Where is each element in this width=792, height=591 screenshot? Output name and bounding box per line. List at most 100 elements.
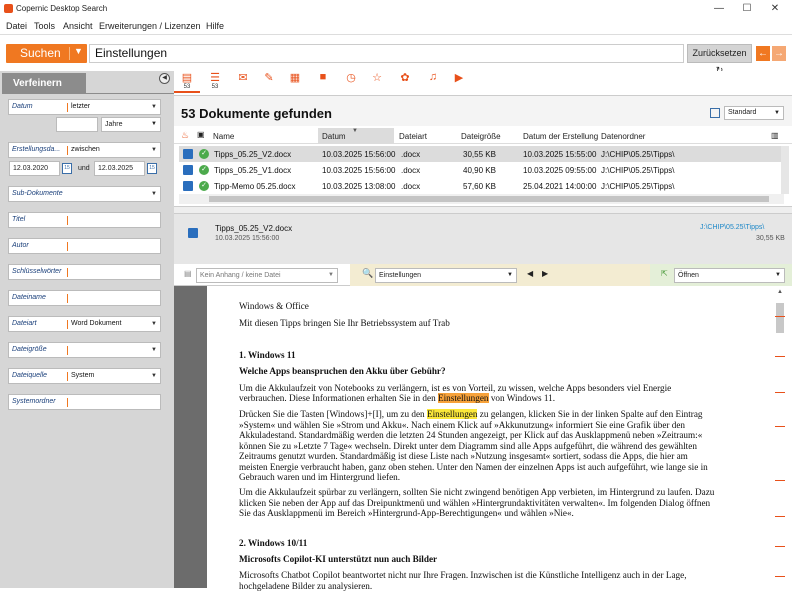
column-name[interactable]: Name <box>213 132 234 141</box>
indexed-check-icon: ✓ <box>199 149 209 159</box>
dateigroesse-filter[interactable]: Dateigröße ▼ <box>8 342 161 358</box>
table-row[interactable]: ✓ Tipps_05.25_V1.docx 10.03.2025 15:56:0… <box>179 162 784 178</box>
envelope-icon: ✉ <box>238 72 247 84</box>
tab-attachments[interactable]: ✎ <box>256 71 282 93</box>
tab-calendar[interactable]: ▦ <box>282 71 308 93</box>
attachment-column-icon[interactable]: ▣ <box>197 130 205 139</box>
date-to-input[interactable]: 12.03.2025 <box>94 161 145 176</box>
search-input[interactable]: Einstellungen <box>89 44 684 63</box>
scrollbar-thumb[interactable] <box>776 303 784 333</box>
column-erstellung[interactable]: Datum der Erstellung <box>523 132 598 141</box>
sort-desc-icon: ▼ <box>352 128 358 134</box>
window-title: Copernic Desktop Search <box>16 4 107 13</box>
column-dateigroesse[interactable]: Dateigröße <box>461 132 501 141</box>
autor-filter[interactable]: Autor <box>8 238 161 254</box>
datum-amount-input[interactable] <box>56 117 98 132</box>
dateiart-filter[interactable]: Dateiart Word Dokument ▼ <box>8 316 161 332</box>
column-chooser-icon[interactable]: ▥ <box>771 131 779 140</box>
reset-button[interactable]: Zurücksetzen ↻ <box>687 44 752 63</box>
chevron-down-icon[interactable]: ▼ <box>507 269 513 282</box>
previous-hit-icon[interactable]: ◀ <box>527 269 533 278</box>
table-vertical-scrollbar[interactable] <box>781 146 789 194</box>
relevance-icon[interactable]: ♨ <box>181 130 189 141</box>
view-layout-icon[interactable] <box>710 108 720 118</box>
calendar-icon: ▦ <box>290 72 300 84</box>
tab-all-files[interactable]: ▤ 53 <box>174 71 200 93</box>
maximize-button[interactable]: ☐ <box>736 2 758 16</box>
column-datum[interactable]: Datum <box>322 132 346 141</box>
preview-size: 30,55 KB <box>756 235 785 242</box>
tab-images[interactable]: ✿ <box>392 71 418 93</box>
date-from-input[interactable]: 12.03.2020 <box>9 161 60 176</box>
table-horizontal-scrollbar[interactable] <box>179 194 784 204</box>
datum-unit-select[interactable]: Jahre ▼ <box>101 117 161 132</box>
dateiquelle-filter[interactable]: Dateiquelle System ▼ <box>8 368 161 384</box>
minimize-button[interactable]: — <box>708 2 730 16</box>
sub-dokumente-filter[interactable]: Sub-Dokumente ▼ <box>8 186 161 202</box>
doc-line: klicken Sie neben der App auf das Dreipu… <box>239 498 710 509</box>
next-hit-icon[interactable]: ▶ <box>542 269 548 278</box>
preview-folder-link[interactable]: J:\CHIP\05.25\Tipps\ <box>700 224 764 231</box>
menu-tools[interactable]: Tools <box>34 21 55 31</box>
doc-line: Um die Akkulaufzeit spürbar zu verlänger… <box>239 487 714 498</box>
doc-heading: 2. Windows 10/11 <box>239 538 307 549</box>
word-doc-icon <box>188 228 198 238</box>
tab-documents[interactable]: ☰ 53 <box>202 71 228 93</box>
tab-emails[interactable]: ✉ <box>230 71 256 93</box>
table-row[interactable]: ✓ Tipps_05.25_V2.docx 10.03.2025 15:56:0… <box>179 146 784 162</box>
schluesselwoerter-filter[interactable]: Schlüsselwörter <box>8 264 161 280</box>
find-in-document-select[interactable]: Einstellungen ▼ <box>375 268 517 283</box>
open-file-icon: ⇱ <box>661 269 668 278</box>
menu-hilfe[interactable]: Hilfe <box>206 21 224 31</box>
tab-favorites[interactable]: ☆ <box>364 71 390 93</box>
calendar-icon[interactable]: 15 <box>147 163 157 174</box>
view-select[interactable]: Standard ▼ <box>724 106 784 120</box>
results-count-title: 53 Dokumente gefunden <box>181 106 332 121</box>
chevron-down-icon[interactable]: ▼ <box>151 347 157 353</box>
doc-heading: 1. Windows 11 <box>239 350 296 361</box>
tab-music[interactable]: ♫ <box>420 71 446 93</box>
menu-datei[interactable]: Datei <box>6 21 27 31</box>
chevron-down-icon[interactable]: ▼ <box>151 147 157 153</box>
menu-ansicht[interactable]: Ansicht <box>63 21 93 31</box>
scroll-up-icon[interactable]: ▲ <box>777 289 783 295</box>
inbox-icon: ▤ <box>182 72 192 84</box>
erstellung-filter[interactable]: Erstellungsda... zwischen ▼ <box>8 142 161 158</box>
doc-subheading: Welche Apps beanspruchen den Akku über G… <box>239 366 446 377</box>
doc-line: Microsofts Chatbot Copilot beantwortet n… <box>239 570 687 581</box>
tab-office[interactable]: ■ <box>310 71 336 93</box>
column-datenordner[interactable]: Datenordner <box>601 132 645 141</box>
forward-arrow-icon[interactable]: → <box>772 46 786 61</box>
collapse-sidebar-icon[interactable]: ◀ <box>159 73 170 84</box>
office-icon: ■ <box>320 71 327 83</box>
chevron-down-icon[interactable]: ▼ <box>775 269 781 282</box>
open-with-select[interactable]: Öffnen ▼ <box>674 268 785 283</box>
menu-erweiterungen[interactable]: Erweiterungen / Lizenzen <box>99 21 201 31</box>
titel-filter[interactable]: Titel <box>8 212 161 228</box>
chevron-down-icon[interactable]: ▼ <box>328 269 334 282</box>
tab-videos[interactable]: ▶ <box>446 71 472 93</box>
refine-header[interactable]: Verfeinern <box>2 73 86 94</box>
chevron-down-icon[interactable]: ▼ <box>151 191 157 197</box>
chevron-down-icon[interactable]: ▼ <box>774 107 780 119</box>
back-arrow-icon[interactable]: ← <box>756 46 770 61</box>
doc-line: können Sie zu »Letzte 7 Tage« wechseln. … <box>239 441 697 452</box>
doc-subheading: Microsofts Copilot-KI unterstützt nun au… <box>239 554 437 565</box>
pane-splitter[interactable] <box>174 206 792 214</box>
dateiname-filter[interactable]: Dateiname <box>8 290 161 306</box>
column-dateiart[interactable]: Dateiart <box>399 132 427 141</box>
tab-history[interactable]: ◷ <box>338 71 364 93</box>
chevron-down-icon[interactable]: ▼ <box>151 373 157 379</box>
chevron-down-icon[interactable]: ▼ <box>151 104 157 110</box>
table-row[interactable]: ✓ Tipp-Memo 05.25.docx 10.03.2025 13:08:… <box>179 178 784 194</box>
chevron-down-icon[interactable]: ▼ <box>74 46 83 56</box>
datum-filter[interactable]: Datum letzter ▼ <box>8 99 161 115</box>
chevron-down-icon[interactable]: ▼ <box>151 121 157 127</box>
star-icon: ☆ <box>372 72 382 84</box>
systemordner-filter[interactable]: Systemordner <box>8 394 161 410</box>
calendar-icon[interactable]: 15 <box>62 163 72 174</box>
search-button[interactable]: Suchen ▼ <box>6 44 87 63</box>
chevron-down-icon[interactable]: ▼ <box>151 321 157 327</box>
close-button[interactable]: ✕ <box>764 2 786 16</box>
attachment-select[interactable]: Kein Anhang / keine Datei ▼ <box>196 268 338 283</box>
